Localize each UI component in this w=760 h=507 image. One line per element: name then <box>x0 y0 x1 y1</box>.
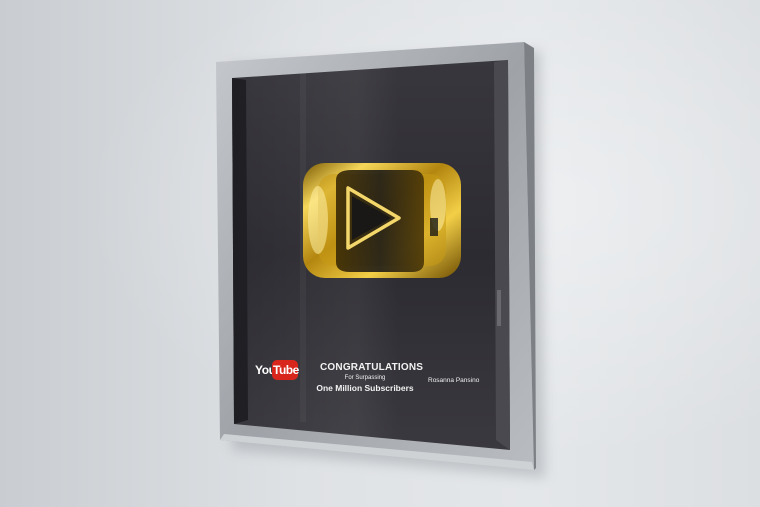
award-milestone: One Million Subscribers <box>316 383 414 393</box>
youtube-logo: You Tube <box>255 360 299 382</box>
award-subline: For Surpassing <box>344 375 386 381</box>
award-recipient: Rosanna Pansino <box>428 377 480 384</box>
logo-word-tube: Tube <box>273 363 299 377</box>
photo-scene: You Tube CONGRATULATIONS For Surpassing … <box>0 0 760 507</box>
award-caption: You Tube CONGRATULATIONS For Surpassing … <box>0 0 760 507</box>
logo-red-box: Tube <box>272 360 299 380</box>
award-headline: CONGRATULATIONS <box>320 362 424 373</box>
